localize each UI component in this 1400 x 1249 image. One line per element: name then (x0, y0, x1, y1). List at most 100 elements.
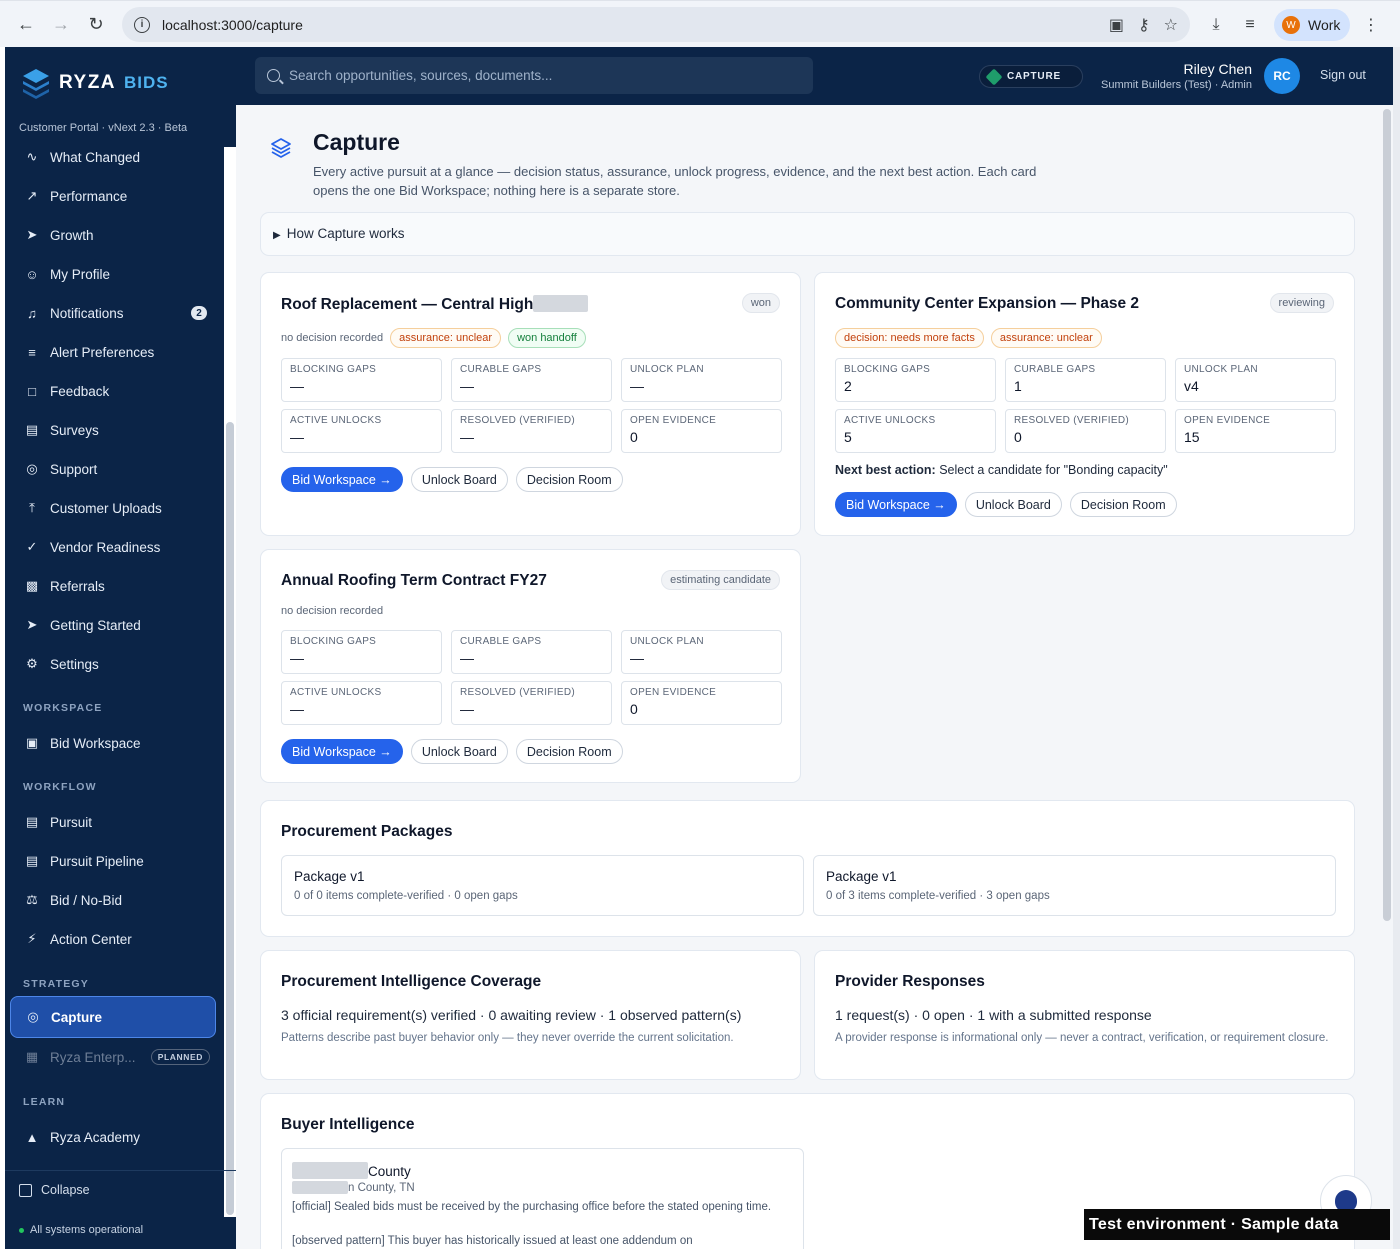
brand-logo[interactable]: RYZA BIDS (21, 67, 169, 99)
sign-out-link[interactable]: Sign out (1320, 68, 1366, 82)
metric-active-unlocks: ACTIVE UNLOCKS — (281, 681, 442, 725)
collapse-label: Collapse (41, 1183, 90, 1197)
next-best-action-label: Next best action: (835, 463, 936, 477)
package-card[interactable]: Package v1 0 of 3 items complete-verifie… (813, 855, 1336, 916)
sidebar-item-label: Bid Workspace (50, 735, 141, 751)
status-dot-icon (19, 1227, 24, 1233)
metric-blocking-gaps: BLOCKING GAPS 2 (835, 358, 996, 402)
decision-room-button[interactable]: Decision Room (1069, 492, 1177, 517)
url-text: localhost:3000/capture (162, 16, 303, 33)
pursuit-card-community-center[interactable]: Community Center Expansion — Phase 2 rev… (814, 272, 1355, 536)
sidebar-item-performance[interactable]: ↗ Performance (5, 178, 222, 214)
profile-label: Work (1308, 17, 1341, 33)
unlock-board-button[interactable]: Unlock Board (410, 467, 508, 492)
metric-value: 2 (844, 378, 852, 394)
metric-curable-gaps: CURABLE GAPS — (451, 358, 612, 402)
sidebar-item-settings[interactable]: ⚙ Settings (5, 646, 222, 682)
pursuit-actions: Bid Workspace → Unlock Board Decision Ro… (835, 492, 1177, 517)
metric-label: ACTIVE UNLOCKS (290, 687, 382, 698)
pursuit-title: Annual Roofing Term Contract FY27 (281, 572, 547, 589)
sidebar-item-label: Alert Preferences (50, 344, 155, 360)
rocket-icon: ➤ (26, 227, 38, 242)
key-icon[interactable]: ⚷ (1138, 15, 1150, 35)
metric-label: UNLOCK PLAN (630, 364, 704, 375)
sidebar-item-label: My Profile (50, 266, 111, 282)
install-app-icon[interactable]: ▣ (1109, 15, 1124, 35)
disclosure-label: How Capture works (286, 226, 405, 241)
bolt-icon: ⚡ (27, 931, 37, 946)
pursuit-card-roof-replacement[interactable]: Roof Replacement — Central High won no d… (260, 272, 801, 536)
sidebar-item-support[interactable]: ◎ Support (5, 451, 222, 487)
buyer-name: County (292, 1162, 411, 1179)
sidebar-item-capture[interactable]: ◎ Capture (10, 996, 216, 1038)
star-icon[interactable]: ☆ (1164, 15, 1178, 35)
sidebar-item-ryza-academy[interactable]: ▲ Ryza Academy (5, 1119, 222, 1155)
site-info-icon[interactable]: i (134, 16, 150, 33)
reload-icon[interactable]: ↻ (79, 7, 113, 41)
how-capture-works-disclosure[interactable]: ▶ How Capture works (260, 212, 1355, 256)
sidebar-item-ryza-enterprise[interactable]: ▦ Ryza Enterp... PLANNED (5, 1039, 222, 1075)
sidebar-item-bid-no-bid[interactable]: ⚖ Bid / No-Bid (5, 882, 222, 918)
sidebar-scrollbar[interactable] (226, 422, 234, 1215)
download-icon[interactable]: ⤓ (1201, 7, 1231, 42)
unlock-board-button[interactable]: Unlock Board (964, 492, 1062, 517)
search-input[interactable]: Search opportunities, sources, documents… (255, 57, 813, 94)
sidebar-item-getting-started[interactable]: ➤ Getting Started (5, 607, 222, 643)
tab-search-icon[interactable]: ≡ (1235, 7, 1265, 42)
page-scrollbar[interactable] (1383, 109, 1391, 921)
message-icon: □ (28, 383, 36, 399)
metric-resolved-verified: RESOLVED (VERIFIED) 0 (1005, 409, 1166, 453)
sidebar-item-what-changed[interactable]: ∿ What Changed (5, 139, 222, 175)
sidebar-item-action-center[interactable]: ⚡ Action Center (5, 921, 222, 957)
pursuit-card-annual-roofing[interactable]: Annual Roofing Term Contract FY27 estima… (260, 549, 801, 783)
sidebar-item-surveys[interactable]: ▤ Surveys (5, 412, 222, 448)
sidebar-item-alert-preferences[interactable]: ≡ Alert Preferences (5, 334, 222, 370)
decision-status: no decision recorded (281, 605, 384, 617)
decision-room-button[interactable]: Decision Room (515, 739, 623, 764)
bid-workspace-button[interactable]: Bid Workspace → (835, 492, 957, 517)
sidebar-item-customer-uploads[interactable]: ⤒ Customer Uploads (5, 490, 222, 526)
trending-up-icon: ↗ (26, 188, 38, 203)
bid-workspace-button[interactable]: Bid Workspace → (281, 739, 403, 764)
avatar[interactable]: RC (1264, 58, 1300, 94)
metric-blocking-gaps: BLOCKING GAPS — (281, 630, 442, 674)
unlock-board-button[interactable]: Unlock Board (410, 739, 508, 764)
sidebar-item-my-profile[interactable]: ☺ My Profile (5, 256, 222, 292)
search-placeholder: Search opportunities, sources, documents… (289, 68, 553, 83)
bid-workspace-button[interactable]: Bid Workspace → (281, 467, 403, 492)
metric-active-unlocks: ACTIVE UNLOCKS — (281, 409, 442, 453)
decision-room-button[interactable]: Decision Room (515, 467, 623, 492)
forward-icon[interactable]: → (44, 7, 78, 41)
sidebar-section-learn: LEARN (23, 1096, 66, 1108)
metric-label: OPEN EVIDENCE (630, 415, 717, 426)
back-icon[interactable]: ← (9, 7, 43, 41)
redacted-text (292, 1162, 368, 1179)
metric-label: UNLOCK PLAN (1184, 364, 1258, 375)
profile-avatar: W (1282, 16, 1300, 34)
metric-value: — (290, 429, 304, 445)
metric-label: CURABLE GAPS (460, 636, 542, 647)
collapse-button[interactable]: Collapse (19, 1183, 90, 1197)
sidebar-item-referrals[interactable]: ▩ Referrals (5, 568, 222, 604)
address-bar[interactable]: i localhost:3000/capture ▣ ⚷ ☆ (122, 7, 1190, 42)
disclosure-row: ▶ How Capture works (273, 226, 405, 241)
sidebar-item-vendor-readiness[interactable]: ✓ Vendor Readiness (5, 529, 222, 565)
module-pill-label: CAPTURE (1007, 71, 1061, 82)
sidebar-item-label: Capture (51, 1009, 103, 1025)
metric-value: 5 (844, 429, 852, 445)
sidebar-item-bid-workspace[interactable]: ▣ Bid Workspace (5, 725, 222, 761)
browser-profile-button[interactable]: W Work (1274, 9, 1350, 41)
buyer-card[interactable]: County n County, TN [official] Sealed bi… (281, 1148, 804, 1249)
sidebar-item-feedback[interactable]: □ Feedback (5, 373, 222, 409)
metric-open-evidence: OPEN EVIDENCE 15 (1175, 409, 1336, 453)
building-icon: ▦ (25, 1049, 39, 1064)
sidebar-item-notifications[interactable]: ♫ Notifications 2 (5, 295, 222, 331)
browser-menu-icon[interactable]: ⋮ (1356, 7, 1386, 42)
sidebar-item-pursuit-pipeline[interactable]: ▤ Pursuit Pipeline (5, 843, 222, 879)
sidebar-item-growth[interactable]: ➤ Growth (5, 217, 222, 253)
sidebar-item-label: Surveys (50, 422, 99, 438)
module-logo-icon (985, 68, 1003, 85)
package-card[interactable]: Package v1 0 of 0 items complete-verifie… (281, 855, 804, 916)
sidebar-item-pursuit[interactable]: ▤ Pursuit (5, 804, 222, 840)
gear-icon: ⚙ (26, 656, 38, 671)
